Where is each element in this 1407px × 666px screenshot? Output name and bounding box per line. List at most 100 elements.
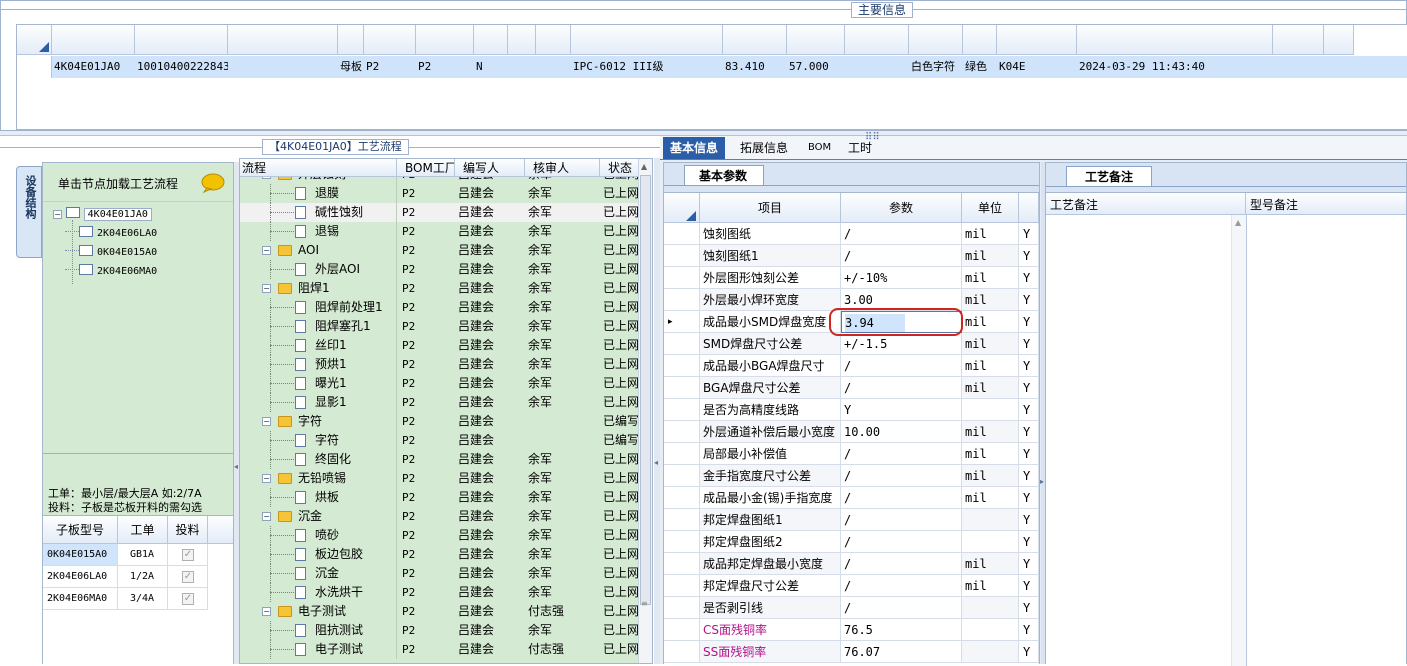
- flow-row[interactable]: 烘板 P2 吕建会 余军 已上网: [240, 488, 638, 507]
- column-header[interactable]: [508, 25, 536, 55]
- column-header[interactable]: 流程: [240, 159, 397, 177]
- flow-row[interactable]: − 字符 P2 吕建会 已编写: [240, 412, 638, 431]
- grid-cell[interactable]: 绿色: [963, 56, 997, 78]
- flow-row[interactable]: 碱性蚀刻 P2 吕建会 余军 已上网: [240, 203, 638, 222]
- column-header[interactable]: [474, 25, 508, 55]
- param-value-input[interactable]: /: [841, 377, 962, 399]
- column-header[interactable]: 工单: [118, 516, 168, 544]
- column-header[interactable]: [338, 25, 364, 55]
- param-value-input[interactable]: /: [841, 531, 962, 553]
- column-header[interactable]: [52, 25, 135, 55]
- sub-board-model[interactable]: 0K04E015A0: [43, 544, 118, 566]
- column-header[interactable]: [909, 25, 963, 55]
- collapse-icon[interactable]: −: [262, 246, 271, 255]
- column-header[interactable]: [536, 25, 571, 55]
- flow-row[interactable]: − 外层蚀刻 P2吕建会余军已上网: [240, 177, 638, 184]
- grid-cell[interactable]: [536, 56, 571, 78]
- tree-node-child[interactable]: 0K04E015A0: [65, 242, 157, 261]
- grid-cell[interactable]: 母板: [338, 56, 364, 78]
- column-header[interactable]: 编写人: [455, 159, 525, 177]
- flow-row[interactable]: 字符 P2 吕建会 已编写: [240, 431, 638, 450]
- tab-bom[interactable]: BOM: [801, 137, 838, 159]
- param-value-input[interactable]: /: [841, 553, 962, 575]
- collapse-icon[interactable]: −: [262, 512, 271, 521]
- param-flag[interactable]: Y: [1019, 465, 1039, 487]
- grid-cell[interactable]: P2: [416, 56, 474, 78]
- grid-cell[interactable]: 白色字符: [909, 56, 963, 78]
- flow-row[interactable]: 丝印1 P2 吕建会 余军 已上网: [240, 336, 638, 355]
- flow-row[interactable]: − 阻焊1 P2 吕建会 余军 已上网: [240, 279, 638, 298]
- flow-row[interactable]: 水洗烘干 P2 吕建会 余军 已上网: [240, 583, 638, 602]
- column-header[interactable]: 子板型号: [43, 516, 118, 544]
- flow-row[interactable]: 电子测试 P2 吕建会 付志强 已上网: [240, 640, 638, 659]
- grid-cell[interactable]: 4K04E01JA0: [52, 56, 135, 78]
- tab-extended-info[interactable]: 拓展信息: [733, 137, 795, 159]
- column-header[interactable]: [787, 25, 845, 55]
- param-value-input[interactable]: Y: [841, 399, 962, 421]
- param-value-input[interactable]: 76.07: [841, 641, 962, 663]
- column-header[interactable]: 核审人: [525, 159, 600, 177]
- collapse-icon[interactable]: −: [262, 177, 271, 179]
- param-flag[interactable]: Y: [1019, 575, 1039, 597]
- column-header[interactable]: [135, 25, 228, 55]
- sub-board-order[interactable]: 1/2A: [118, 566, 168, 588]
- collapse-icon[interactable]: −: [262, 417, 271, 426]
- param-flag[interactable]: Y: [1019, 487, 1039, 509]
- column-header[interactable]: BOM工厂: [397, 159, 455, 177]
- param-flag[interactable]: Y: [1019, 267, 1039, 289]
- param-value-input[interactable]: /: [841, 597, 962, 619]
- grid-cell[interactable]: IPC-6012 III级: [571, 56, 723, 78]
- grid-cell[interactable]: 2024-03-29 11:43:40: [1077, 56, 1273, 78]
- grid-cell[interactable]: K04E: [997, 56, 1077, 78]
- flow-row[interactable]: 退锡 P2 吕建会 余军 已上网: [240, 222, 638, 241]
- flow-row[interactable]: 退膜 P2 吕建会 余军 已上网: [240, 184, 638, 203]
- tab-basic-params[interactable]: 基本参数: [684, 165, 764, 185]
- column-header[interactable]: [1273, 25, 1324, 55]
- column-header[interactable]: [364, 25, 416, 55]
- flow-row[interactable]: 沉金 P2 吕建会 余军 已上网: [240, 564, 638, 583]
- tab-basic-info[interactable]: 基本信息: [663, 137, 726, 159]
- tree-node-child[interactable]: 2K04E06LA0: [65, 223, 157, 242]
- column-header[interactable]: [723, 25, 787, 55]
- param-flag[interactable]: Y: [1019, 531, 1039, 553]
- param-value-input[interactable]: 10.00: [841, 421, 962, 443]
- param-flag[interactable]: Y: [1019, 597, 1039, 619]
- remarks-scrollbar[interactable]: ▲: [1231, 215, 1246, 666]
- flow-row[interactable]: − 沉金 P2 吕建会 余军 已上网: [240, 507, 638, 526]
- flow-scrollbar[interactable]: ▲ ≡: [638, 159, 652, 663]
- flow-row[interactable]: − 无铅喷锡 P2 吕建会 余军 已上网: [240, 469, 638, 488]
- param-value-input[interactable]: /: [841, 245, 962, 267]
- column-header[interactable]: 投料: [168, 516, 208, 544]
- collapse-icon[interactable]: −: [262, 284, 271, 293]
- column-header[interactable]: [997, 25, 1077, 55]
- param-value-input[interactable]: /: [841, 465, 962, 487]
- remarks-textarea[interactable]: [1046, 215, 1231, 666]
- param-value-input[interactable]: +/-1.5: [841, 333, 962, 355]
- param-flag[interactable]: Y: [1019, 619, 1039, 641]
- param-value-input[interactable]: /: [841, 509, 962, 531]
- flow-row[interactable]: 阻焊前处理1 P2 吕建会 余军 已上网: [240, 298, 638, 317]
- param-flag[interactable]: Y: [1019, 399, 1039, 421]
- flow-row[interactable]: − 电子测试 P2 吕建会 付志强 已上网: [240, 602, 638, 621]
- column-header[interactable]: [228, 25, 338, 55]
- param-value-input[interactable]: /: [841, 575, 962, 597]
- tab-process-remarks[interactable]: 工艺备注: [1066, 166, 1152, 186]
- param-value-input[interactable]: /: [841, 443, 962, 465]
- flow-row[interactable]: 外层AOI P2 吕建会 余军 已上网: [240, 260, 638, 279]
- param-flag[interactable]: Y: [1019, 377, 1039, 399]
- param-value-input[interactable]: +/-10%: [841, 267, 962, 289]
- column-header[interactable]: [963, 25, 997, 55]
- param-value-input[interactable]: /: [841, 355, 962, 377]
- column-header[interactable]: [1324, 25, 1354, 55]
- side-tab-equipment[interactable]: 设备结构: [16, 166, 42, 258]
- flow-row[interactable]: 显影1 P2 吕建会 余军 已上网: [240, 393, 638, 412]
- feed-checkbox[interactable]: ✓: [182, 549, 194, 561]
- param-flag[interactable]: Y: [1019, 245, 1039, 267]
- flow-row[interactable]: 曝光1 P2 吕建会 余军 已上网: [240, 374, 638, 393]
- column-header[interactable]: [571, 25, 723, 55]
- model-remarks-textarea[interactable]: [1246, 215, 1406, 666]
- column-header[interactable]: [1077, 25, 1273, 55]
- sub-board-model[interactable]: 2K04E06MA0: [43, 588, 118, 610]
- param-flag[interactable]: Y: [1019, 355, 1039, 377]
- column-header[interactable]: [416, 25, 474, 55]
